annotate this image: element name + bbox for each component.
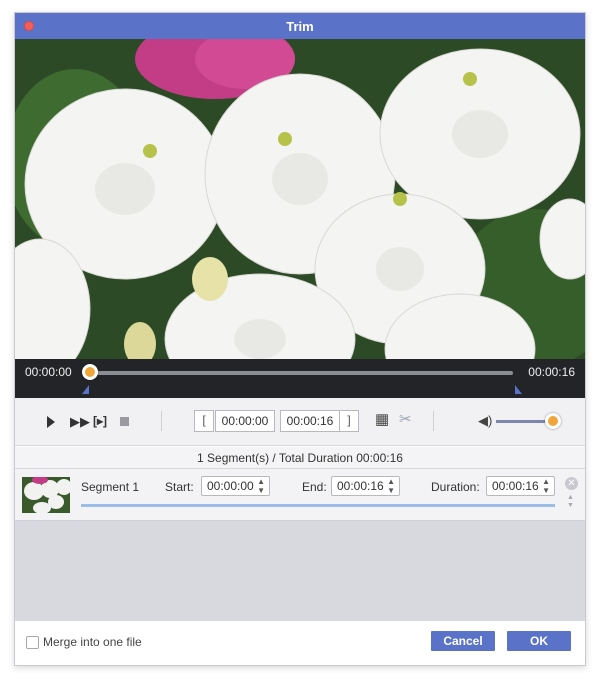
flower-image [15, 39, 585, 359]
merge-label[interactable]: Merge into one file [43, 635, 142, 649]
reorder-icon[interactable]: ▲ ▼ [567, 494, 574, 510]
cancel-button[interactable]: Cancel [431, 631, 495, 651]
set-end-button[interactable]: ] [339, 410, 359, 432]
stop-icon[interactable] [120, 417, 129, 426]
duration-label: Duration: [431, 480, 480, 494]
play-icon[interactable] [47, 416, 55, 428]
segment-duration-stepper[interactable]: 00:00:16 ▲ ▼ [486, 476, 555, 496]
divider [433, 411, 434, 431]
segment-start-value: 00:00:00 [207, 479, 254, 493]
start-label: Start: [165, 480, 194, 494]
end-time-field[interactable]: 00:00:16 [280, 410, 340, 432]
cut-icon[interactable]: ✂ [399, 412, 412, 428]
clip-icon[interactable]: ▦ [375, 412, 389, 428]
segment-range-bar [81, 504, 555, 507]
start-marker[interactable] [82, 385, 89, 394]
segment-end-stepper[interactable]: 00:00:16 ▲ ▼ [331, 476, 400, 496]
end-marker[interactable] [515, 385, 522, 394]
step-frame-icon[interactable]: [▸] [93, 414, 107, 428]
volume-handle[interactable] [545, 413, 561, 429]
fast-forward-icon[interactable]: ▶▶ [70, 415, 90, 429]
footer: Merge into one file Cancel OK [15, 621, 585, 665]
set-start-button[interactable]: [ [194, 410, 214, 432]
volume-slider[interactable] [496, 420, 552, 423]
segment-start-stepper[interactable]: 00:00:00 ▲ ▼ [201, 476, 270, 496]
stepper-arrows-icon[interactable]: ▲ ▼ [387, 477, 395, 495]
stepper-arrows-icon[interactable]: ▲ ▼ [257, 477, 265, 495]
timeline-track[interactable] [90, 371, 513, 375]
segment-list: Segment 1 Start: 00:00:00 ▲ ▼ End: 00:00:… [15, 469, 585, 621]
remove-icon[interactable]: ✕ [565, 477, 578, 490]
stepper-arrows-icon[interactable]: ▲ ▼ [542, 477, 550, 495]
current-time: 00:00:00 [25, 365, 72, 379]
volume-icon[interactable]: ◀) [478, 413, 492, 429]
segment-label: Segment 1 [81, 480, 140, 494]
segment-end-value: 00:00:16 [337, 479, 384, 493]
playhead-handle[interactable] [82, 364, 98, 380]
segment-row[interactable]: Segment 1 Start: 00:00:00 ▲ ▼ End: 00:00:… [15, 469, 585, 521]
segment-summary: 1 Segment(s) / Total Duration 00:00:16 [15, 447, 585, 469]
divider [161, 411, 162, 431]
player-controls: ▶▶ [▸] [ 00:00:00 00:00:16 ] ▦ ✂ ◀) [15, 398, 585, 446]
ok-button[interactable]: OK [507, 631, 571, 651]
start-time-field[interactable]: 00:00:00 [215, 410, 275, 432]
window-title: Trim [286, 19, 314, 34]
segment-thumbnail [22, 477, 70, 513]
end-label: End: [302, 480, 327, 494]
trim-window: Trim 00:00:00 00:00:16 ▶▶ [▸] [00:00:00… [14, 12, 586, 666]
merge-checkbox[interactable] [26, 636, 39, 649]
end-time: 00:00:16 [528, 365, 575, 379]
segment-duration-value: 00:00:16 [492, 479, 539, 493]
timeline: 00:00:00 00:00:16 [15, 359, 585, 398]
video-preview [15, 39, 585, 359]
title-bar: Trim [15, 13, 585, 39]
